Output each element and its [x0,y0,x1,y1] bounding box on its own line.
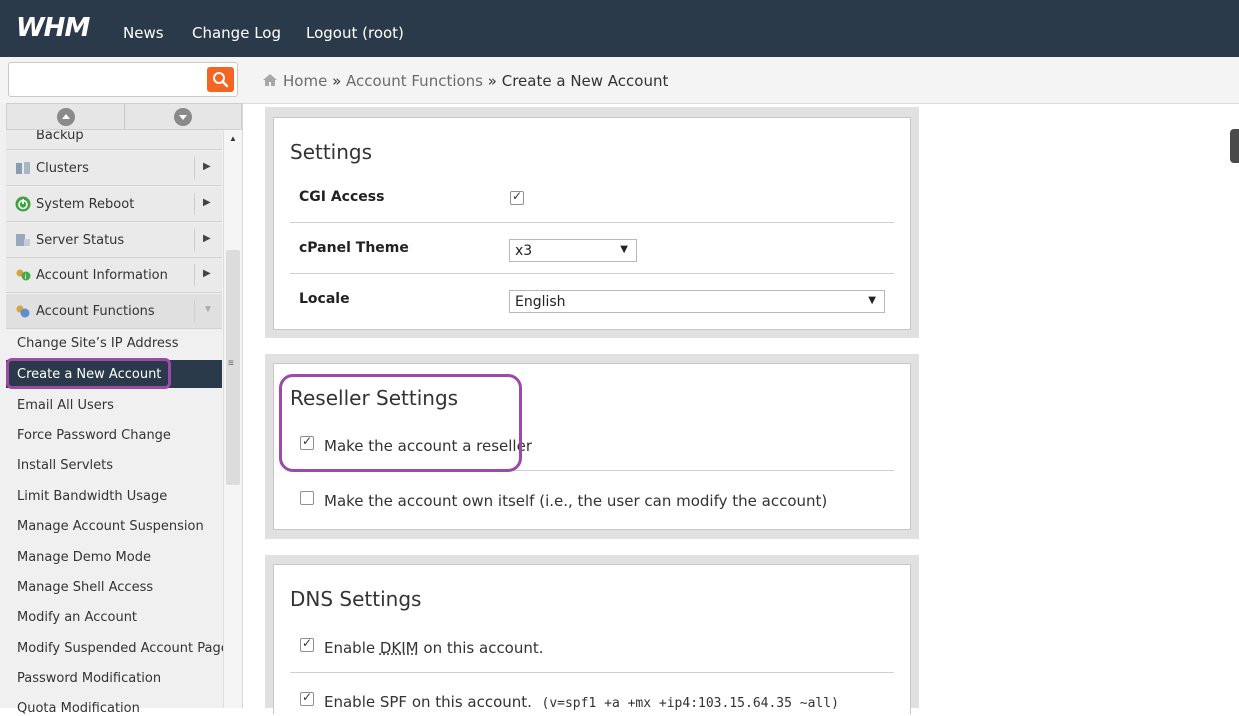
sidebar-item-label: Account Information [36,268,168,283]
cgi-access-label: CGI Access [299,189,385,205]
cgi-access-checkbox[interactable] [510,189,524,205]
sidebar-subitem[interactable]: Force Password Change [17,428,171,443]
sidebar-subitem[interactable]: Install Servlets [17,458,113,473]
highlight-annotation [279,374,522,472]
side-panel-tab[interactable] [1230,129,1239,163]
divider [290,222,894,223]
news-link[interactable]: News [123,24,164,42]
logout-link[interactable]: Logout (root) [306,24,404,42]
chevron-right-icon: ▶ [203,233,211,244]
own-itself-checkbox[interactable] [300,491,314,505]
sidebar-item-account-functions[interactable]: Account Functions ▼ [6,294,222,329]
breadcrumb-home-link[interactable]: Home [283,72,327,90]
sidebar-item-clusters[interactable]: Clusters ▶ [6,151,222,186]
chevron-right-icon: ▶ [203,197,211,208]
locale-label: Locale [299,291,350,307]
dropdown-arrow-icon: ▼ [868,295,876,306]
sidebar-subitem[interactable]: Change Site’s IP Address [17,336,178,351]
chevron-right-icon: ▶ [203,268,211,279]
power-icon [15,196,31,212]
grip-icon: ≡ [228,358,234,369]
chevron-down-icon [179,115,187,120]
home-icon[interactable] [262,72,278,88]
sidebar-subitem[interactable]: Modify an Account [17,610,137,625]
whm-logo[interactable]: WHM [16,13,90,43]
scroll-up-button[interactable] [57,108,75,126]
svg-text:i: i [25,273,27,281]
sidebar-subitem[interactable]: Modify Suspended Account Page [17,641,229,656]
enable-spf-label[interactable]: Enable SPF on this account. (v=spf1 +a +… [324,693,839,711]
search-input[interactable] [8,62,238,97]
sidebar-item-label: Server Status [36,233,125,248]
change-log-link[interactable]: Change Log [192,24,281,42]
breadcrumb: Home » Account Functions » Create a New … [262,72,668,90]
account-info-icon: i [16,269,31,281]
sidebar-subitem[interactable]: Password Modification [17,671,161,686]
top-navigation-bar [0,0,1239,57]
sidebar-subitem[interactable]: Manage Account Suspension [17,519,204,534]
dkim-text-prefix: Enable [324,639,380,657]
sidebar-item-system-reboot[interactable]: System Reboot ▶ [6,187,222,222]
server-status-icon [16,234,30,246]
divider [290,672,894,673]
search-button[interactable] [207,67,234,92]
breadcrumb-separator: » [487,72,497,90]
scroll-down-button[interactable] [174,108,192,126]
sidebar-subitem[interactable]: Manage Demo Mode [17,550,151,565]
sidebar-subitem[interactable]: Limit Bandwidth Usage [17,489,167,504]
scroll-up-arrow-icon[interactable]: ▲ [229,134,237,143]
enable-dkim-checkbox[interactable] [300,636,314,652]
search-icon [213,72,229,88]
sidebar-subitem[interactable]: Email All Users [17,398,114,413]
settings-heading: Settings [290,140,373,164]
cpanel-theme-value: x3 [515,243,533,259]
sidebar-scrollbar[interactable]: ▲ ≡ [223,130,242,708]
sidebar-item-label: Account Functions [36,304,155,319]
locale-select[interactable]: English ▼ [509,290,885,313]
breadcrumb-current-page: Create a New Account [501,72,669,90]
chevron-down-icon: ▼ [203,304,213,315]
sidebar-subitem[interactable]: Manage Shell Access [17,580,153,595]
enable-spf-checkbox[interactable] [300,690,314,706]
server-cluster-icon [16,162,30,174]
sidebar-subitem[interactable]: Quota Modification [17,701,140,716]
sidebar-item-account-information[interactable]: i Account Information ▶ [6,258,222,293]
sidebar-scroll-controls [6,103,242,130]
own-itself-label[interactable]: Make the account own itself (i.e., the u… [324,492,827,510]
dkim-text-suffix: on this account. [418,639,544,657]
sidebar-item-label: Clusters [36,161,89,176]
divider [290,273,894,274]
dropdown-arrow-icon: ▼ [620,244,628,255]
chevron-up-icon [62,114,70,119]
sidebar-item-server-status[interactable]: Server Status ▶ [6,223,222,258]
highlight-annotation [6,358,171,389]
spf-label-text: Enable SPF on this account. [324,693,532,711]
cpanel-theme-select[interactable]: x3 ▼ [509,239,637,262]
enable-dkim-label[interactable]: Enable DKIM on this account. [324,639,544,657]
sidebar-item-label: System Reboot [36,197,135,212]
cpanel-theme-label: cPanel Theme [299,240,409,256]
locale-value: English [515,294,566,310]
dkim-abbreviation: DKIM [379,639,419,657]
sidebar-item-label: Backup [36,128,84,143]
spf-record-value: (v=spf1 +a +mx +ip4:103.15.64.35 ~all) [541,696,839,711]
account-functions-icon [16,305,30,318]
breadcrumb-section-link[interactable]: Account Functions [346,72,483,90]
dns-settings-heading: DNS Settings [290,587,422,611]
breadcrumb-separator: » [332,72,342,90]
chevron-right-icon: ▶ [203,161,211,172]
